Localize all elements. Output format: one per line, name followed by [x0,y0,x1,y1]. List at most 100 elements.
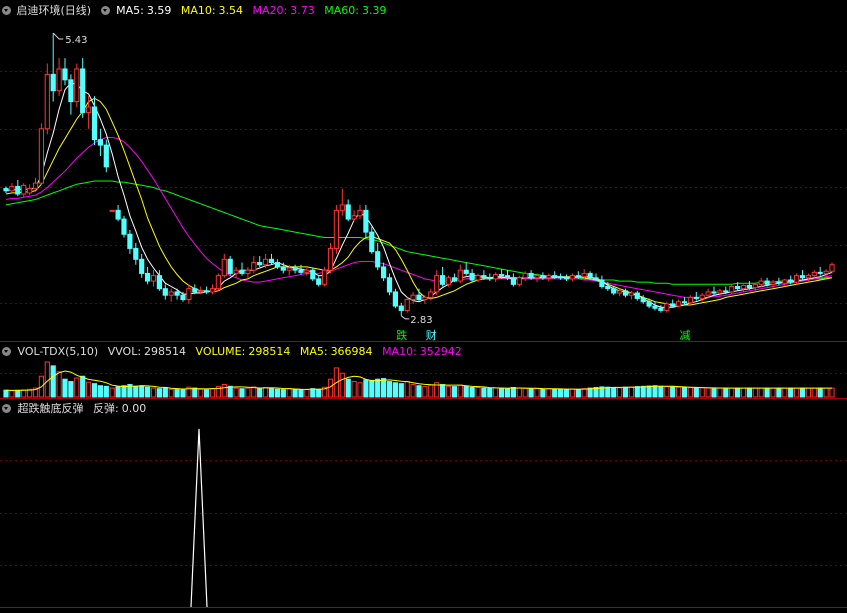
volume-bar [829,387,835,398]
candle-body [522,272,528,279]
candle-body [534,275,540,279]
volume-bar [581,388,587,398]
candle-body [21,184,27,195]
candle [569,273,575,282]
volume-bar [522,387,528,398]
volume-bar [174,389,180,398]
candle-body [499,274,505,277]
candle-body [109,209,115,212]
candle [38,123,44,186]
volume-bar [121,385,127,398]
volume-bar [487,387,493,398]
candle-body [363,209,369,233]
candle-body [404,299,410,311]
candle [32,177,39,190]
volume-bar [611,387,617,398]
volume-bar [528,388,534,398]
candle [327,242,334,274]
volume-bar [788,387,794,398]
candle-body [440,275,446,285]
candle [209,284,216,295]
candle [799,270,806,280]
volume-bar [209,388,216,398]
volume-bar [245,387,251,398]
volume-bar [717,387,723,398]
candle-body [823,270,829,274]
volume-bar [162,387,168,398]
candle-body [493,274,499,280]
candle [345,199,351,222]
candle-body [552,275,558,278]
volume-bar [504,387,511,398]
candle-body [475,275,481,281]
volume-bar [404,381,410,398]
candle [392,288,398,309]
volume-bar [770,387,776,398]
candle-body [357,209,363,217]
candle [369,226,375,254]
volume-bar [776,387,782,398]
candle [463,262,469,276]
candle-body [44,73,50,130]
candle-body [156,275,163,290]
candle [15,179,21,197]
event-marker-die[interactable]: 跌 [396,328,407,342]
candle-body [392,291,398,307]
event-marker-jian[interactable]: 减 [680,329,691,342]
candle-body [664,303,670,311]
volume-bar [740,387,747,398]
candle-body [605,285,611,290]
candle [404,297,410,313]
candle [221,253,227,278]
candle [546,273,552,282]
volume-bar [687,387,693,398]
candle [351,210,357,222]
candle-body [463,269,469,274]
candle-body [652,305,658,309]
volume-bar [304,389,310,398]
candle [817,266,823,276]
candle-body [782,279,788,284]
candle-body [469,272,475,281]
candle-body [139,258,145,274]
volume-bar [628,386,634,398]
candle [451,273,457,283]
volume-bar [68,381,74,398]
volume-bar [91,383,98,398]
signal-layer [190,428,208,608]
candle [375,242,381,271]
candle-body [829,264,835,272]
candle-body [174,291,180,296]
event-marker-cai[interactable]: 财 [426,328,437,342]
candle-body [298,269,304,273]
volume-bar [699,387,705,398]
volume-bar [386,381,393,398]
volume-bar [9,390,15,398]
candle [711,286,717,296]
ma20-line [5,137,833,298]
candle [740,284,747,292]
candle [97,128,104,156]
volume-bar [811,387,817,398]
candle-body [723,290,729,293]
candle-body [68,79,74,103]
candle-body [369,231,375,253]
volume-bar [481,387,487,398]
candle [68,74,74,115]
volume-bar [451,386,457,398]
candle [304,266,310,276]
candle [398,302,404,316]
candle [27,184,33,196]
candle-body [658,307,664,311]
candle-body [617,290,623,294]
candle-body [516,277,522,285]
candle [62,58,68,86]
volume-bar [552,388,558,398]
volume-bar [817,387,823,398]
candle-body [758,280,764,285]
candle [74,63,80,108]
chart-canvas[interactable]: 5.43 2.83 跌 财 减 [0,0,847,613]
candle-body [162,288,168,296]
candle-body [280,266,286,271]
volume-bar [115,386,121,398]
